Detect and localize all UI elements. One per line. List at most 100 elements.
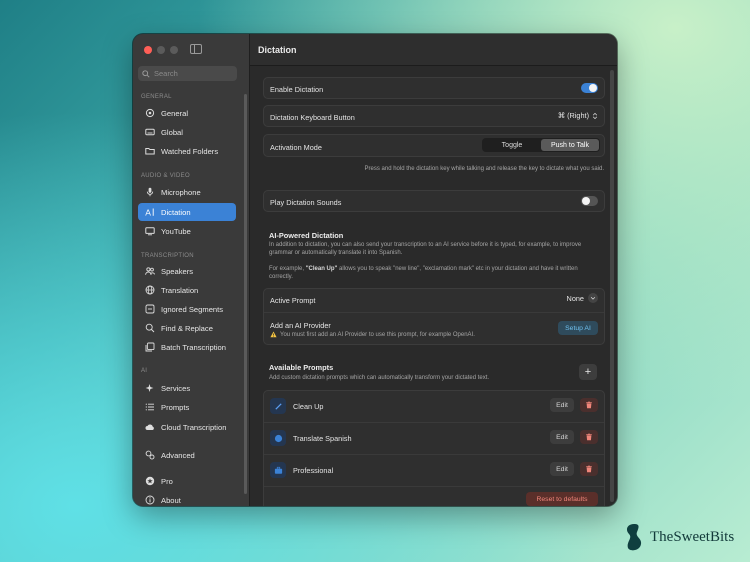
close-window-button[interactable]	[144, 46, 152, 54]
active-prompt-label: Active Prompt	[270, 296, 316, 305]
chevron-down-icon	[588, 293, 598, 303]
segment-push-to-talk[interactable]: Push to Talk	[541, 139, 599, 151]
delete-prompt-button[interactable]	[580, 430, 598, 444]
sidebar-item-label: General	[161, 108, 189, 118]
sidebar-item-translation[interactable]: Translation	[138, 281, 236, 299]
play-sounds-toggle[interactable]	[581, 196, 598, 206]
find-replace-icon	[144, 323, 155, 334]
list-icon	[144, 402, 155, 413]
sidebar-item-label: Advanced	[161, 450, 195, 460]
keyboard-button-row: Dictation Keyboard Button ⌘ (Right)	[263, 105, 605, 127]
keyboard-button-value: ⌘ (Right)	[557, 111, 589, 120]
list-item[interactable]: Professional Edit	[264, 455, 604, 486]
edit-prompt-button[interactable]: Edit	[550, 430, 574, 444]
sidebar-item-label: Microphone	[161, 187, 201, 197]
sidebar-item-global[interactable]: Global	[138, 123, 236, 141]
sidebar-item-label: Ignored Segments	[161, 304, 224, 314]
delete-prompt-button[interactable]	[580, 462, 598, 476]
sidebar-item-label: Services	[161, 383, 191, 393]
enable-dictation-label: Enable Dictation	[270, 85, 324, 94]
ai-provider-warning: You must first add an AI Provider to use…	[270, 331, 475, 338]
brand-name: TheSweetBits	[650, 528, 735, 545]
list-item[interactable]: Translate Spanish Edit	[264, 423, 604, 454]
sidebar-item-label: Cloud Transcription	[161, 422, 227, 432]
gear-icon	[144, 108, 155, 119]
edit-prompt-button[interactable]: Edit	[550, 462, 574, 476]
info-icon	[144, 495, 155, 506]
prompt-name: Professional	[293, 466, 334, 475]
page-title: Dictation	[258, 44, 297, 55]
activation-mode-segmented[interactable]: Toggle Push to Talk	[482, 138, 600, 152]
play-sounds-label: Play Dictation Sounds	[270, 198, 342, 207]
sidebar-item-label: Dictation	[161, 207, 191, 217]
trash-icon	[586, 433, 592, 441]
sidebar-item-services[interactable]: Services	[138, 379, 236, 397]
sidebar-item-watched-folders[interactable]: Watched Folders	[138, 142, 236, 160]
sidebar-item-label: Batch Transcription	[161, 342, 226, 352]
setup-ai-button[interactable]: Setup AI	[558, 321, 598, 335]
sidebar-item-label: YouTube	[161, 226, 191, 236]
minimize-window-button[interactable]	[157, 46, 165, 54]
window-controls	[144, 46, 178, 54]
sidebar-item-dictation[interactable]: A Dictation	[138, 203, 236, 221]
play-sounds-row: Play Dictation Sounds	[263, 190, 605, 212]
sidebar-item-cloud-transcription[interactable]: Cloud Transcription	[138, 418, 236, 436]
available-prompts-desc: Add custom dictation prompts which can a…	[269, 375, 490, 381]
sidebar-item-prompts[interactable]: Prompts	[138, 398, 236, 416]
active-prompt-select[interactable]: None	[567, 293, 598, 303]
zoom-window-button[interactable]	[170, 46, 178, 54]
sidebar-item-youtube[interactable]: YouTube	[138, 222, 236, 240]
sidebar-item-speakers[interactable]: Speakers	[138, 262, 236, 280]
sidebar-item-batch-transcription[interactable]: Batch Transcription	[138, 338, 236, 356]
sidebar-item-pro[interactable]: Pro	[138, 472, 236, 490]
activation-mode-label: Activation Mode	[270, 143, 322, 152]
sidebar-item-general[interactable]: General	[138, 104, 236, 122]
prompts-list: Clean Up Edit Translate Spanish Edit Pro…	[263, 390, 605, 506]
add-prompt-button[interactable]: +	[579, 364, 597, 380]
stack-icon	[144, 342, 155, 353]
gears-icon	[144, 450, 155, 461]
active-prompt-value: None	[566, 293, 584, 303]
divider	[264, 312, 604, 313]
sidebar-item-label: Pro	[161, 476, 173, 486]
keyboard-button-label: Dictation Keyboard Button	[270, 113, 355, 122]
sidebar-item-ignored-segments[interactable]: Ignored Segments	[138, 300, 236, 318]
search-input[interactable]	[154, 69, 234, 78]
main-scrollbar[interactable]	[610, 70, 614, 502]
star-badge-icon	[144, 476, 155, 487]
tv-icon	[144, 226, 155, 237]
ignored-segments-icon	[144, 304, 155, 315]
warning-icon	[270, 331, 277, 338]
segment-toggle[interactable]: Toggle	[483, 139, 541, 151]
ai-powered-desc: In addition to dictation, you can also s…	[269, 242, 582, 256]
enable-dictation-toggle[interactable]	[581, 83, 598, 93]
prompt-name: Translate Spanish	[293, 434, 352, 443]
globe-icon	[270, 430, 286, 446]
trash-icon	[586, 465, 592, 473]
sidebar-item-label: About	[161, 495, 181, 505]
svg-text:A: A	[145, 208, 151, 218]
sidebar-item-label: Global	[161, 127, 183, 137]
trash-icon	[586, 401, 592, 409]
keyboard-icon	[144, 127, 155, 138]
sidebar-scrollbar[interactable]	[244, 94, 247, 494]
section-label-transcription: TRANSCRIPTION	[141, 253, 194, 259]
sidebar-item-microphone[interactable]: Microphone	[138, 183, 236, 201]
folder-icon	[144, 146, 155, 157]
main-pane: Dictation Enable Dictation Dictation Key…	[250, 34, 617, 506]
sidebar-toggle-icon[interactable]	[190, 44, 202, 54]
sidebar-item-advanced[interactable]: Advanced	[138, 446, 236, 464]
keyboard-button-select[interactable]: ⌘ (Right)	[558, 111, 598, 120]
available-prompts-title: Available Prompts	[269, 363, 334, 372]
sparkles-icon	[144, 383, 155, 394]
list-item[interactable]: Clean Up Edit	[264, 391, 604, 422]
sidebar-item-label: Translation	[161, 285, 199, 295]
sidebar-item-find-replace[interactable]: Find & Replace	[138, 319, 236, 337]
ai-provider-label: Add an AI Provider	[270, 321, 331, 330]
search-field[interactable]	[138, 66, 237, 81]
reset-defaults-button[interactable]: Reset to defaults	[526, 492, 598, 506]
edit-prompt-button[interactable]: Edit	[550, 398, 574, 412]
sidebar-item-about[interactable]: About	[138, 491, 236, 506]
people-icon	[144, 266, 155, 277]
delete-prompt-button[interactable]	[580, 398, 598, 412]
